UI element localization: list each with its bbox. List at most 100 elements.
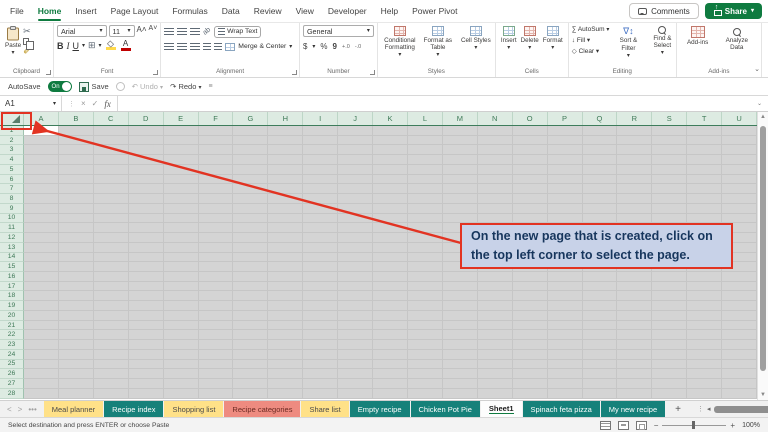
alignment-dialog-launcher[interactable]: [291, 70, 297, 75]
autosave-toggle[interactable]: On: [47, 81, 72, 92]
cell-E19[interactable]: [163, 301, 199, 311]
cell-N24[interactable]: [477, 349, 513, 360]
increase-font-button[interactable]: A˄: [137, 25, 147, 37]
row-header-17[interactable]: 17: [0, 281, 24, 292]
cell-S19[interactable]: [652, 301, 688, 311]
cell-J10[interactable]: [338, 213, 374, 224]
cell-C19[interactable]: [93, 301, 129, 311]
cell-L24[interactable]: [407, 349, 443, 360]
cell-L22[interactable]: [407, 330, 443, 341]
cell-T22[interactable]: [687, 330, 723, 341]
cell-P9[interactable]: [547, 203, 583, 214]
cell-H27[interactable]: [268, 379, 304, 389]
ribbon-tab-power-pivot[interactable]: Power Pivot: [412, 0, 457, 22]
cell-D2[interactable]: [128, 135, 164, 146]
cell-L15[interactable]: [407, 262, 443, 273]
cell-N6[interactable]: [477, 174, 513, 185]
cell-O19[interactable]: [512, 301, 548, 311]
cell-I10[interactable]: [303, 213, 339, 224]
align-bottom-button[interactable]: [190, 27, 201, 36]
cell-N7[interactable]: [477, 184, 513, 195]
cell-C16[interactable]: [93, 272, 129, 282]
cell-S28[interactable]: [652, 388, 688, 399]
cell-N17[interactable]: [477, 281, 513, 292]
cell-M23[interactable]: [442, 340, 478, 350]
cell-J21[interactable]: [338, 320, 374, 331]
cell-M1[interactable]: [442, 126, 478, 136]
cell-R7[interactable]: [617, 184, 653, 195]
cell-Q2[interactable]: [582, 135, 618, 146]
cell-I26[interactable]: [303, 369, 339, 380]
cell-F2[interactable]: [198, 135, 234, 146]
row-header-27[interactable]: 27: [0, 379, 24, 389]
cell-R24[interactable]: [617, 349, 653, 360]
cell-S24[interactable]: [652, 349, 688, 360]
cell-L16[interactable]: [407, 272, 443, 282]
cell-L14[interactable]: [407, 252, 443, 263]
cell-G14[interactable]: [233, 252, 269, 263]
cell-K28[interactable]: [373, 388, 408, 399]
cell-O18[interactable]: [512, 291, 548, 302]
cell-R17[interactable]: [617, 281, 653, 292]
cell-R2[interactable]: [617, 135, 653, 146]
font-dialog-launcher[interactable]: [153, 70, 159, 75]
cell-S16[interactable]: [652, 272, 688, 282]
ribbon-tab-help[interactable]: Help: [381, 0, 398, 22]
cell-O1[interactable]: [512, 126, 548, 136]
cell-J9[interactable]: [338, 203, 374, 214]
cell-G15[interactable]: [233, 262, 269, 273]
format-as-table-button[interactable]: Format as Table ▾: [419, 25, 457, 59]
cell-G4[interactable]: [233, 155, 269, 165]
page-break-preview-button[interactable]: [635, 420, 647, 430]
cell-F1[interactable]: [198, 126, 234, 136]
cell-P7[interactable]: [547, 184, 583, 195]
font-name-combo[interactable]: Arial ▾: [56, 25, 107, 37]
cell-T19[interactable]: [687, 301, 723, 311]
cell-C4[interactable]: [93, 155, 129, 165]
cell-Q6[interactable]: [582, 174, 618, 185]
cell-A11[interactable]: [24, 223, 59, 234]
cell-Q5[interactable]: [582, 164, 618, 175]
cell-F4[interactable]: [198, 155, 234, 165]
cell-S18[interactable]: [652, 291, 688, 302]
cell-U21[interactable]: [722, 320, 758, 331]
cell-D24[interactable]: [128, 349, 164, 360]
cell-Q8[interactable]: [582, 194, 618, 204]
cell-M21[interactable]: [442, 320, 478, 331]
cell-T7[interactable]: [687, 184, 723, 195]
cell-A5[interactable]: [24, 164, 59, 175]
cell-Q10[interactable]: [582, 213, 618, 224]
cell-S3[interactable]: [652, 145, 688, 156]
cell-H6[interactable]: [268, 174, 304, 185]
cell-G12[interactable]: [233, 233, 269, 243]
cell-J23[interactable]: [338, 340, 374, 350]
number-format-combo[interactable]: General ▾: [302, 25, 374, 37]
cell-H22[interactable]: [268, 330, 304, 341]
cell-F3[interactable]: [198, 145, 234, 156]
cell-H15[interactable]: [268, 262, 304, 273]
cell-N26[interactable]: [477, 369, 513, 380]
redo-button[interactable]: ↷ Redo ▾: [170, 82, 201, 91]
row-header-13[interactable]: 13: [0, 242, 24, 253]
cell-E28[interactable]: [163, 388, 199, 399]
cell-K10[interactable]: [373, 213, 408, 224]
cell-Q18[interactable]: [582, 291, 618, 302]
cell-I18[interactable]: [303, 291, 339, 302]
cell-B3[interactable]: [58, 145, 94, 156]
cell-Q25[interactable]: [582, 359, 618, 370]
ribbon-tab-data[interactable]: Data: [222, 0, 240, 22]
cell-Q3[interactable]: [582, 145, 618, 156]
cell-H14[interactable]: [268, 252, 304, 263]
cell-S9[interactable]: [652, 203, 688, 214]
cell-N22[interactable]: [477, 330, 513, 341]
sheet-tab-recipe-categories[interactable]: Recipe categories: [224, 401, 301, 417]
cell-E1[interactable]: [163, 126, 199, 136]
cell-M27[interactable]: [442, 379, 478, 389]
cell-E26[interactable]: [163, 369, 199, 380]
cell-O10[interactable]: [512, 213, 548, 224]
cell-A25[interactable]: [24, 359, 59, 370]
cell-N1[interactable]: [477, 126, 513, 136]
cell-S21[interactable]: [652, 320, 688, 331]
cancel-entry-button[interactable]: ×: [81, 99, 86, 108]
cell-Q23[interactable]: [582, 340, 618, 350]
